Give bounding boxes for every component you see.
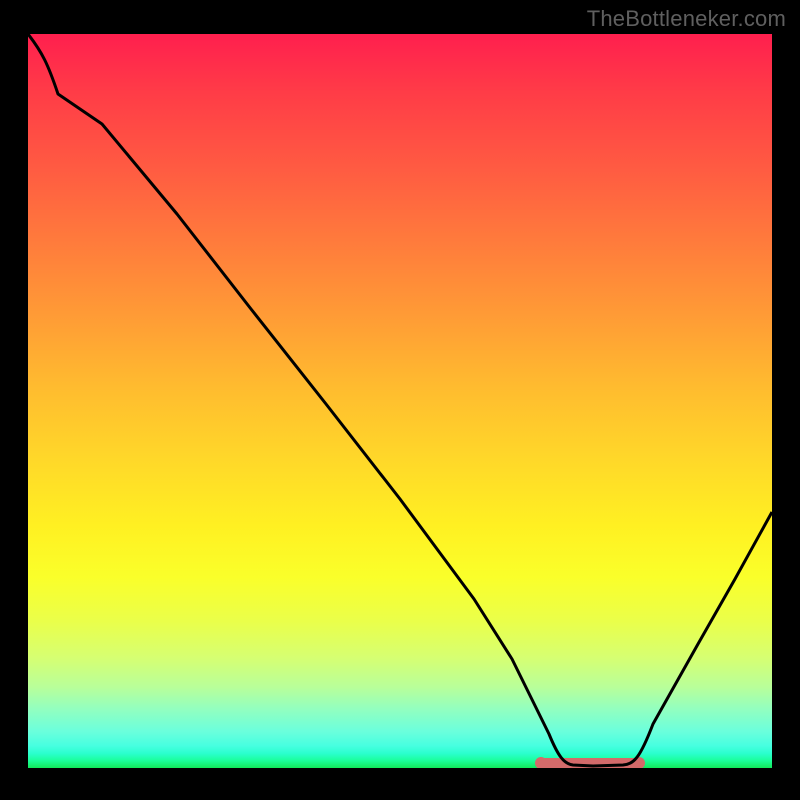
watermark-text: TheBottleneker.com	[587, 6, 786, 32]
plot-area	[28, 34, 772, 768]
chart-svg	[28, 34, 772, 768]
chart-frame: TheBottleneker.com	[0, 0, 800, 800]
bottleneck-curve	[28, 34, 772, 766]
